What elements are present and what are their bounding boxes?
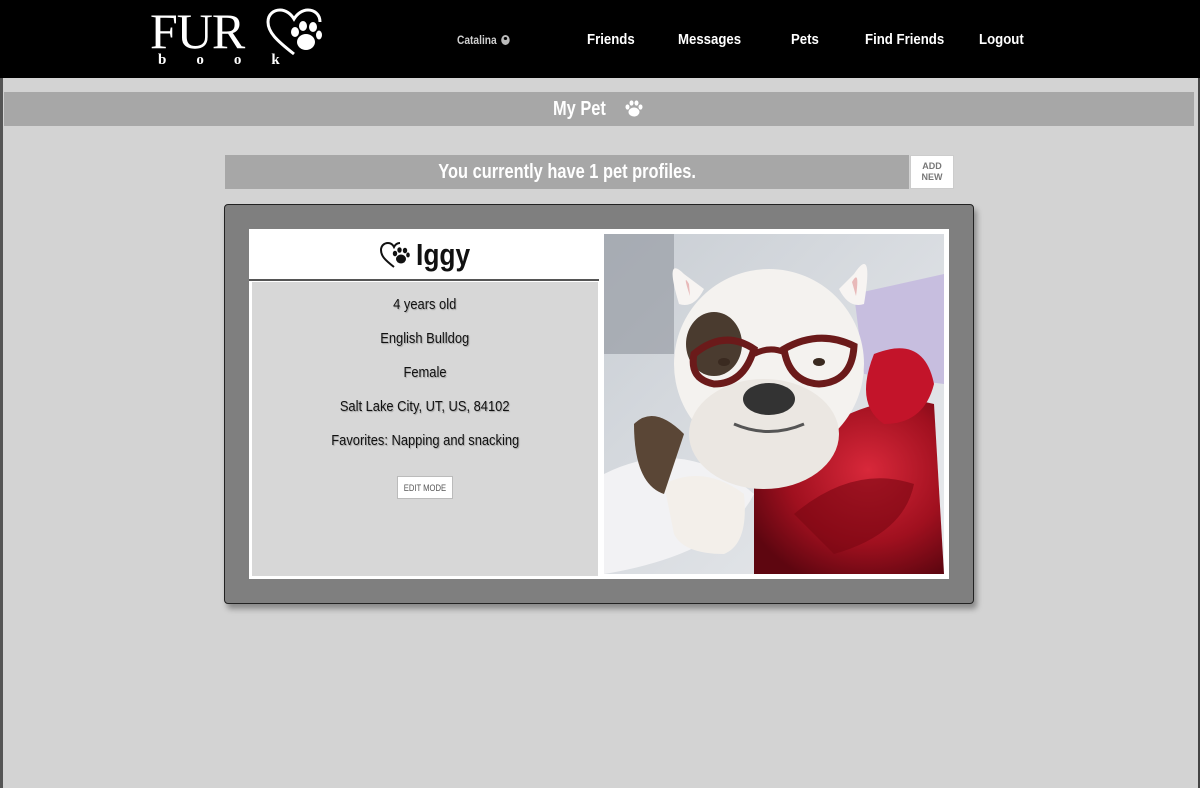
edit-mode-button[interactable]: EDIT MODE	[397, 476, 453, 499]
pet-name-header: Iggy	[380, 237, 480, 273]
pet-sex: Female	[252, 364, 598, 381]
pet-name: Iggy	[416, 237, 471, 272]
profile-count-banner: You currently have 1 pet profiles.	[225, 155, 909, 189]
pet-location: Salt Lake City, UT, US, 84102	[252, 398, 598, 415]
profile-count-text: You currently have 1 pet profiles.	[438, 160, 696, 183]
pet-age-text: 4 years old	[393, 296, 457, 313]
name-divider	[249, 279, 599, 281]
edit-mode-label: EDIT MODE	[403, 482, 447, 493]
add-new-button[interactable]: ADD NEW	[910, 155, 954, 189]
left-border	[0, 78, 3, 788]
pet-favorites-text: Favorites: Napping and snacking	[331, 432, 519, 449]
pet-favorites: Favorites: Napping and snacking	[252, 432, 598, 449]
pet-photo	[604, 234, 944, 574]
top-navbar: FUR book Catalina Friends Messages Pets …	[0, 0, 1200, 78]
pet-info-panel	[252, 282, 598, 576]
user-menu[interactable]: Catalina	[457, 33, 510, 47]
nav-messages[interactable]: Messages	[678, 31, 741, 48]
nav-pets[interactable]: Pets	[791, 31, 819, 48]
pet-sex-text: Female	[403, 364, 447, 381]
pet-location-text: Salt Lake City, UT, US, 84102	[340, 398, 510, 415]
heart-paw-icon	[380, 241, 410, 268]
nav-logout[interactable]: Logout	[979, 31, 1024, 48]
nav-find-friends[interactable]: Find Friends	[865, 31, 944, 48]
pet-breed: English Bulldog	[252, 330, 598, 347]
add-new-label-line2: NEW	[921, 172, 943, 182]
pet-breed-text: English Bulldog	[380, 330, 470, 347]
logo-word: FUR	[150, 3, 245, 59]
furbook-logo[interactable]: FUR book	[150, 6, 325, 72]
pet-age: 4 years old	[252, 296, 598, 313]
add-new-label-line1: ADD	[922, 161, 942, 171]
paw-icon	[625, 100, 643, 117]
page-title: My Pet	[553, 98, 606, 120]
heart-paw-logo-icon	[266, 8, 322, 56]
user-name: Catalina	[457, 33, 497, 47]
nav-friends[interactable]: Friends	[587, 31, 635, 48]
logo-subword: book	[158, 52, 310, 68]
user-circle-icon	[500, 35, 510, 45]
bulldog-with-glasses-photo	[604, 234, 944, 574]
